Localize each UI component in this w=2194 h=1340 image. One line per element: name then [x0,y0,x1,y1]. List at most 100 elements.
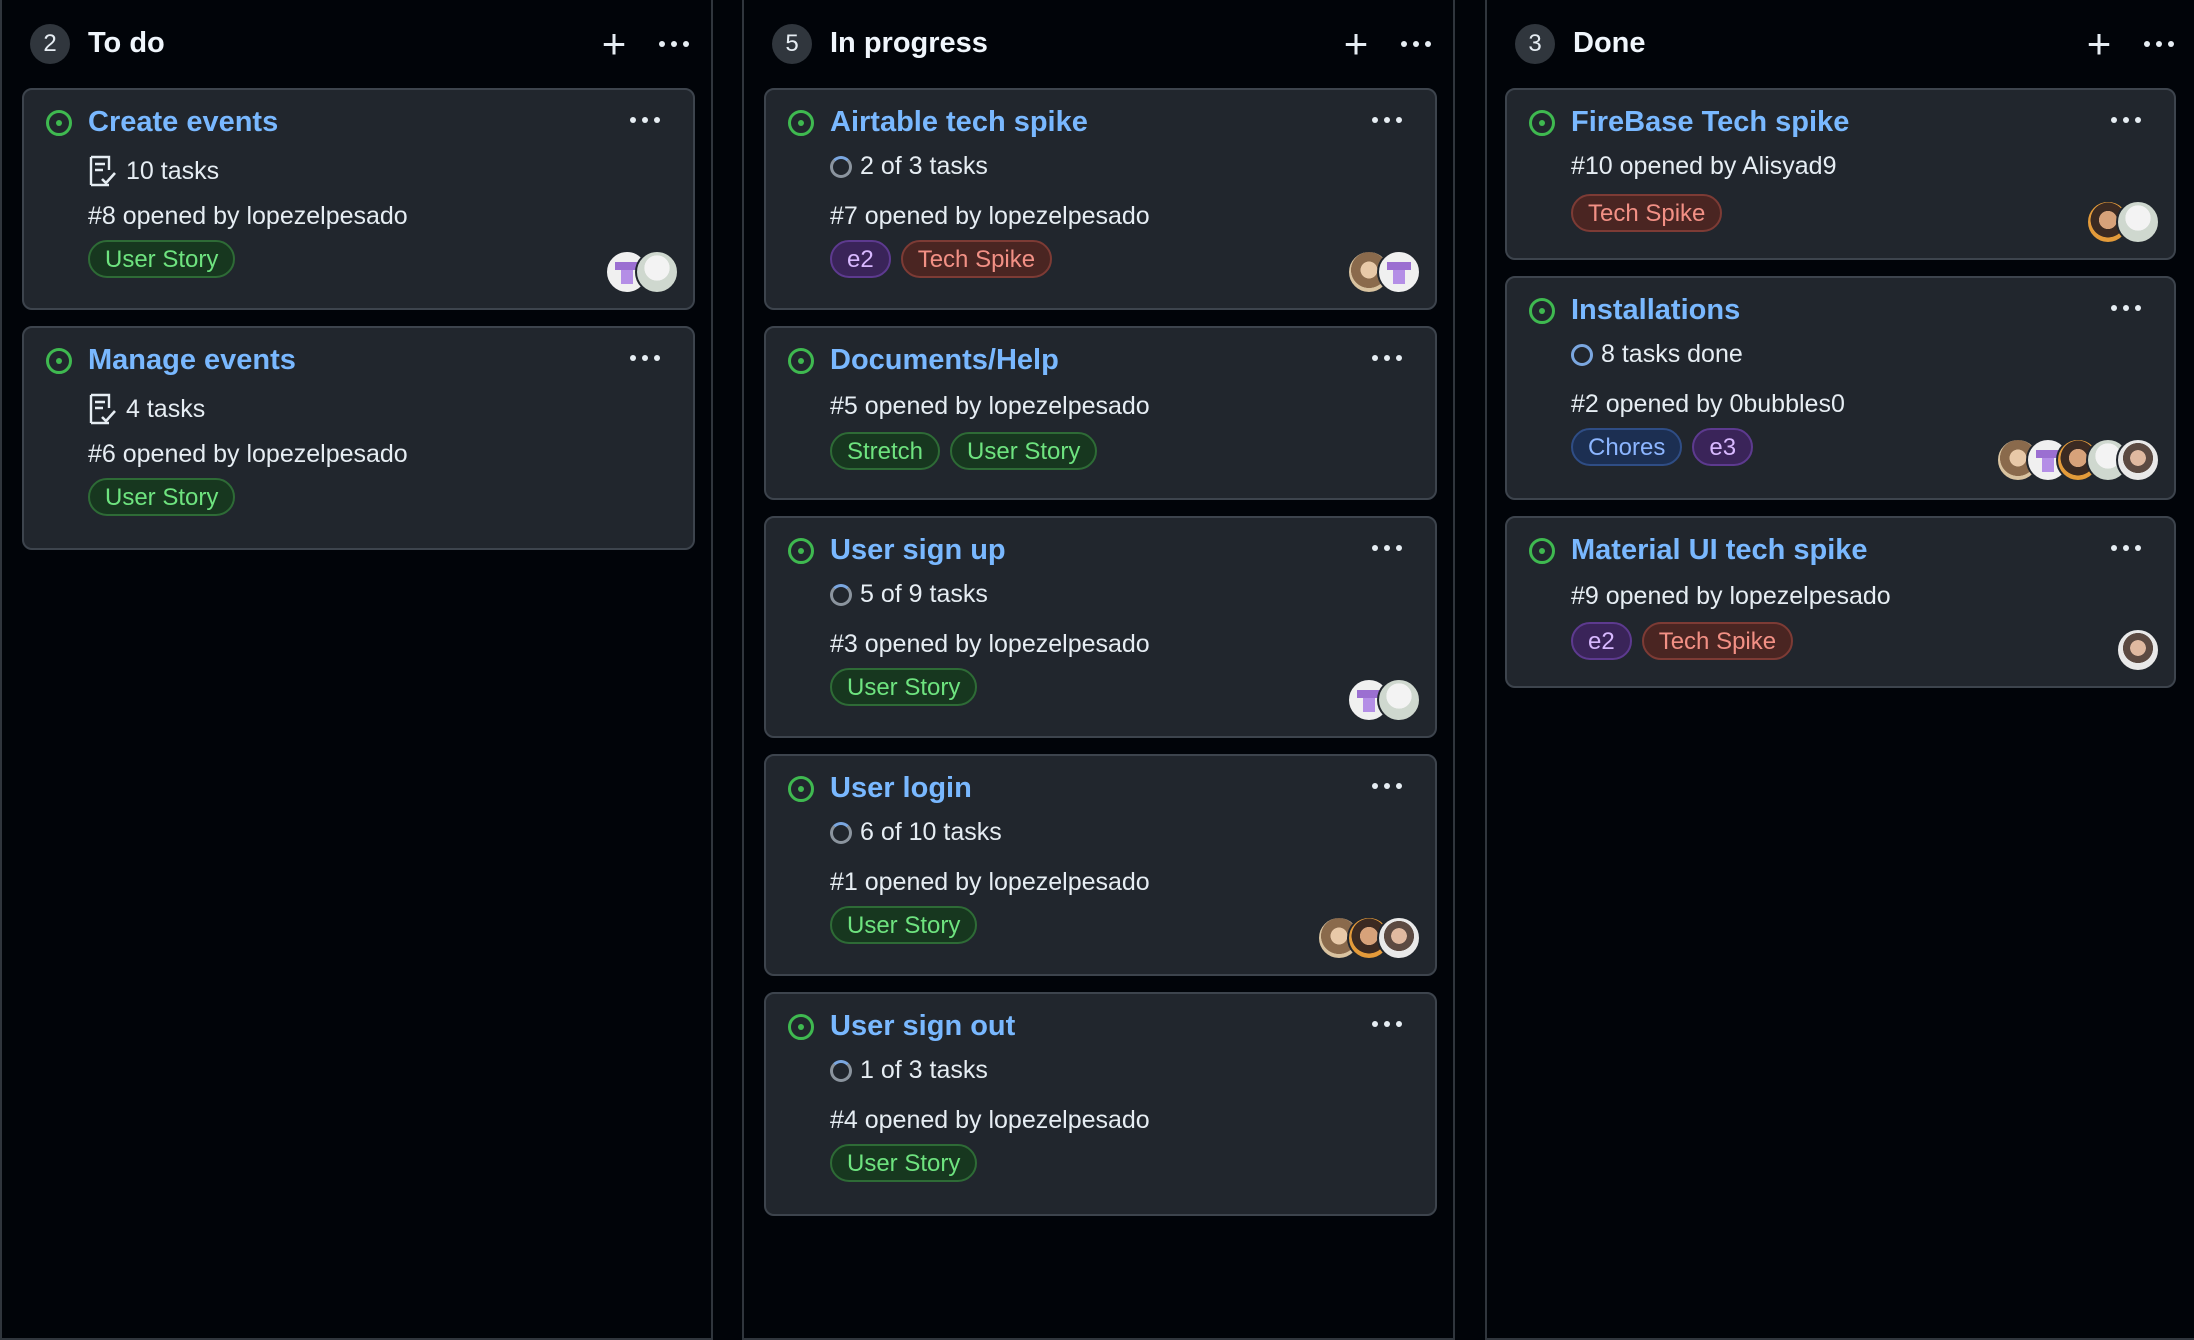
avatar[interactable] [1377,916,1421,960]
issue-opened-icon [46,110,72,136]
card-more-button[interactable] [1363,104,1411,136]
issue-opened-icon [1529,110,1555,136]
card-more-button[interactable] [1363,532,1411,564]
issue-card[interactable]: Material UI tech spike #9 opened by lope… [1505,516,2176,688]
column-more-button[interactable] [1390,18,1442,70]
issue-title-link[interactable]: Create events [88,106,278,139]
issue-title-link[interactable]: User sign out [830,1010,1015,1043]
add-item-button[interactable]: + [1336,18,1376,70]
card-more-button[interactable] [621,342,669,374]
card-more-button[interactable] [2102,104,2150,136]
issue-title-link[interactable]: Documents/Help [830,344,1059,377]
label-e3[interactable]: e3 [1692,428,1754,466]
card-more-button[interactable] [1363,770,1411,802]
column-header: 2 To do + [26,18,711,70]
avatar[interactable] [2116,438,2160,482]
add-item-button[interactable]: + [594,18,634,70]
label-chores[interactable]: Chores [1571,428,1683,466]
issue-title-link[interactable]: FireBase Tech spike [1571,106,1849,139]
label-stretch[interactable]: Stretch [830,432,941,470]
issue-meta: #9 opened by lopezelpesado [1571,582,1891,610]
column-in-progress: 5 In progress + Airtable tech spike 2 of… [742,0,1455,1340]
issue-card[interactable]: Create events 10 tasks #8 opened by lope… [22,88,695,310]
label-user-story[interactable]: User Story [830,906,978,944]
label-tech-spike[interactable]: Tech Spike [1641,622,1794,660]
issue-title-link[interactable]: Material UI tech spike [1571,534,1868,567]
assignee-avatars[interactable] [2116,628,2160,672]
issue-meta: #5 opened by lopezelpesado [830,392,1150,420]
label-list: User Story [88,240,236,278]
column-done: 3 Done + FireBase Tech spike #10 opened … [1485,0,2194,1340]
assignee-avatars[interactable] [1347,678,1421,722]
card-more-button[interactable] [1363,342,1411,374]
card-more-button[interactable] [1363,1008,1411,1040]
label-e2[interactable]: e2 [1571,622,1632,660]
tasklist-icon [89,155,116,187]
issue-title-link[interactable]: User login [830,772,972,805]
task-count: 4 tasks [88,393,205,425]
label-list: User Story [830,668,978,706]
card-more-button[interactable] [2102,532,2150,564]
issue-meta: #3 opened by lopezelpesado [830,630,1150,658]
issue-opened-icon [788,538,814,564]
column-count: 3 [1515,24,1555,64]
issue-card[interactable]: User login 6 of 10 tasks #1 opened by lo… [764,754,1437,976]
column-count: 5 [772,24,812,64]
label-e2[interactable]: e2 [830,240,891,278]
issue-card[interactable]: Installations 8 tasks done #2 opened by … [1505,276,2176,500]
card-more-button[interactable] [621,104,669,136]
assignee-avatars[interactable] [1347,250,1421,294]
progress-ring-icon [830,583,852,606]
label-user-story[interactable]: User Story [88,240,236,278]
label-list: User Story [830,1144,978,1182]
issue-title-link[interactable]: Manage events [88,344,296,377]
label-user-story[interactable]: User Story [830,668,978,706]
task-progress: 1 of 3 tasks [830,1056,988,1085]
assignee-avatars[interactable] [1996,438,2160,482]
avatar[interactable] [2116,628,2160,672]
issue-card[interactable]: User sign up 5 of 9 tasks #3 opened by l… [764,516,1437,738]
task-count-text: 10 tasks [126,156,220,185]
avatar[interactable] [2116,200,2160,244]
column-more-button[interactable] [2133,18,2185,70]
label-tech-spike[interactable]: Tech Spike [900,240,1053,278]
progress-ring-icon [830,155,852,178]
column-title: In progress [830,27,988,59]
label-user-story[interactable]: User Story [830,1144,978,1182]
assignee-avatars[interactable] [2086,200,2160,244]
task-progress-text: 1 of 3 tasks [860,1056,988,1084]
column-more-button[interactable] [648,18,700,70]
issue-title-link[interactable]: Airtable tech spike [830,106,1088,139]
issue-meta: #10 opened by Alisyad9 [1571,152,1837,180]
issue-card[interactable]: Manage events 4 tasks #6 opened by lopez… [22,326,695,550]
issue-card[interactable]: Documents/Help #5 opened by lopezelpesad… [764,326,1437,500]
task-progress-text: 6 of 10 tasks [860,818,1002,846]
avatar[interactable] [1377,678,1421,722]
assignee-avatars[interactable] [605,250,679,294]
issue-meta: #7 opened by lopezelpesado [830,202,1150,230]
issue-title-link[interactable]: User sign up [830,534,1006,567]
issue-opened-icon [1529,298,1555,324]
label-user-story[interactable]: User Story [950,432,1098,470]
issue-meta: #8 opened by lopezelpesado [88,202,408,230]
add-item-button[interactable]: + [2079,18,2119,70]
avatar[interactable] [1377,250,1421,294]
issue-opened-icon [788,776,814,802]
issue-card[interactable]: Airtable tech spike 2 of 3 tasks #7 open… [764,88,1437,310]
card-more-button[interactable] [2102,292,2150,324]
column-to-do: 2 To do + Create events 10 tasks #8 open… [0,0,713,1340]
issue-opened-icon [788,348,814,374]
avatar[interactable] [635,250,679,294]
column-title: To do [88,27,165,59]
issue-title-link[interactable]: Installations [1571,294,1740,327]
label-list: Tech Spike [1571,194,1723,232]
issue-card[interactable]: User sign out 1 of 3 tasks #4 opened by … [764,992,1437,1216]
label-user-story[interactable]: User Story [88,478,236,516]
issue-opened-icon [46,348,72,374]
progress-ring-icon [1571,343,1593,366]
issue-card[interactable]: FireBase Tech spike #10 opened by Alisya… [1505,88,2176,260]
column-count: 2 [30,24,70,64]
label-tech-spike[interactable]: Tech Spike [1571,194,1723,232]
column-header: 3 Done + [1511,18,2194,70]
assignee-avatars[interactable] [1317,916,1421,960]
